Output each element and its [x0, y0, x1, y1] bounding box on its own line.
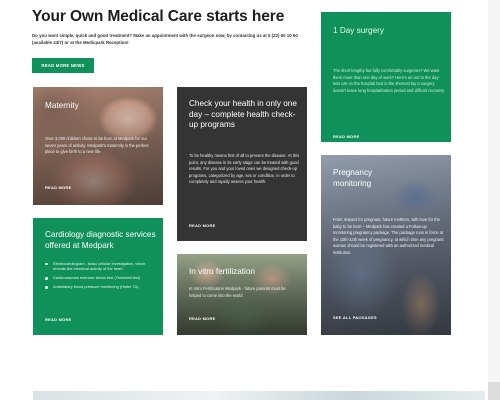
card-pregnancy-monitoring[interactable]: Pregnancy monitoring From respect for pr… [321, 155, 451, 335]
card-title: Maternity [45, 101, 79, 110]
card-text: In Vitro Fertilization Medpark - future … [189, 286, 286, 298]
see-all-packages-link[interactable]: SEE ALL PACKAGES [333, 315, 377, 320]
card-text: The short lengthy but fully comfortably … [333, 68, 445, 93]
scrollbar-thumb[interactable] [488, 382, 500, 400]
card-text: From respect for pregnant, future mother… [333, 217, 444, 255]
card-cardiology[interactable]: Cardiology diagnostic services offered a… [33, 218, 163, 335]
hero-title: Your Own Medical Care starts here [32, 8, 285, 25]
hero-text: Do you want simple, quick and good treat… [32, 33, 298, 45]
read-more-link[interactable]: READ MORE [45, 185, 71, 190]
card-title: Pregnancy monitoring [333, 168, 373, 188]
scrollbar-track[interactable] [488, 0, 500, 400]
read-more-news-button[interactable]: READ MORE NEWS [32, 58, 94, 73]
card-title: Cardiology diagnostic services offered a… [45, 230, 156, 250]
card-text: Over 3,000 children chose to be born at … [45, 136, 149, 155]
card-in-vitro-fertilization[interactable]: In vitro fertilization In Vitro Fertiliz… [177, 254, 307, 335]
service-list: Electrocardiogram - basic cellular inves… [45, 261, 153, 293]
card-1-day-surgery[interactable]: 1 Day surgery The short lengthy but full… [321, 12, 451, 142]
list-item: Cardiovascular exercise stress test (Tre… [45, 275, 153, 280]
read-more-link[interactable]: READ MORE [333, 134, 359, 139]
list-item: Ambulatory blood pressure monitoring (Ho… [45, 284, 153, 289]
card-text: To be healthy means first of all to prev… [189, 153, 300, 185]
bottom-banner-image [33, 391, 485, 400]
card-title: In vitro fertilization [189, 267, 255, 276]
read-more-link[interactable]: READ MORE [45, 317, 71, 322]
card-maternity[interactable]: Maternity Over 3,000 children chose to b… [33, 87, 163, 205]
card-title: Check your health in only one day – comp… [189, 99, 297, 129]
read-more-link[interactable]: READ MORE [189, 316, 215, 321]
card-title: 1 Day surgery [333, 26, 384, 35]
list-item: Electrocardiogram - basic cellular inves… [45, 261, 153, 272]
card-check-up[interactable]: Check your health in only one day – comp… [177, 87, 307, 241]
read-more-link[interactable]: READ MORE [189, 223, 215, 228]
